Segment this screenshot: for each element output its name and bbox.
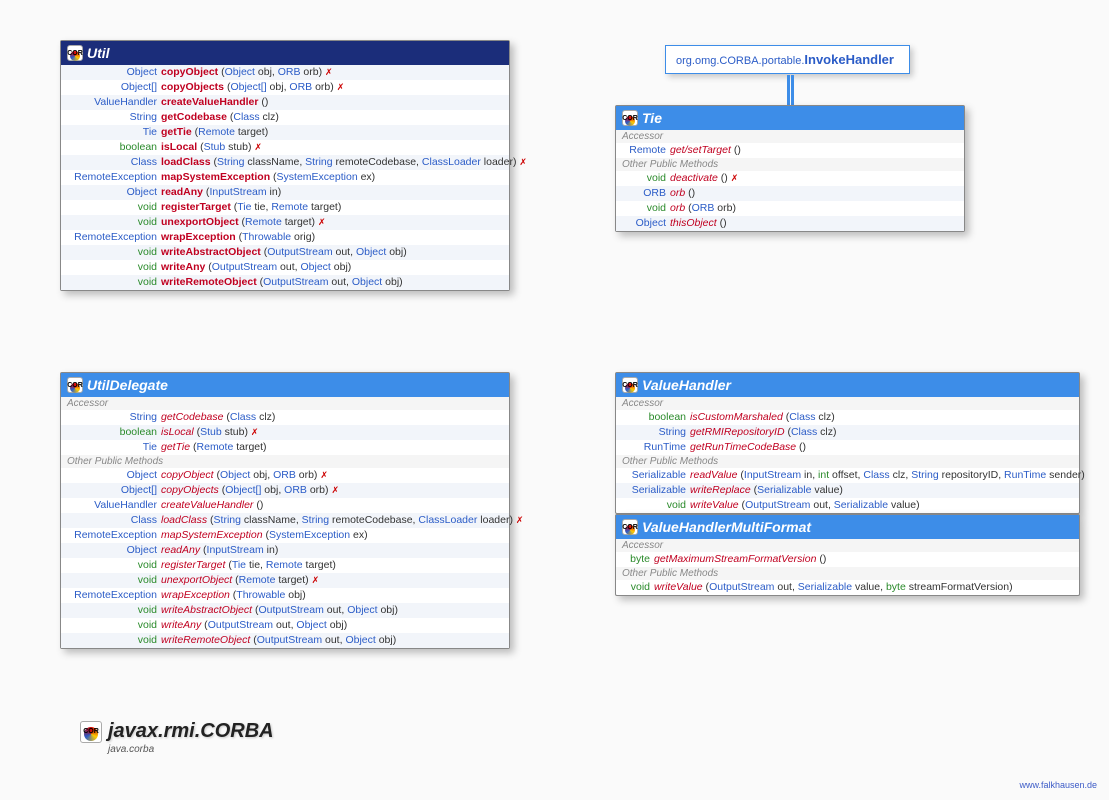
connector-line — [791, 75, 794, 107]
class-vhmulti: ValueHandlerMultiFormat AccessorbytegetM… — [615, 514, 1080, 596]
method-row: booleanisCustomMarshaled (Class clz) — [616, 410, 1079, 425]
class-tie: Tie AccessorRemoteget/setTarget ()Other … — [615, 105, 965, 232]
method-row: RemoteExceptionmapSystemException (Syste… — [61, 528, 509, 543]
method-row: voidwriteRemoteObject (OutputStream out,… — [61, 633, 509, 648]
section-list-valuehandler: AccessorbooleanisCustomMarshaled (Class … — [616, 397, 1079, 513]
method-row: ObjectcopyObject (Object obj, ORB orb) ✗ — [61, 468, 509, 483]
package-name: javax.rmi.CORBA — [108, 720, 274, 743]
method-row: StringgetRMIRepositoryID (Class clz) — [616, 425, 1079, 440]
footer-link[interactable]: www.falkhausen.de — [1019, 780, 1097, 790]
method-row: RemoteExceptionmapSystemException (Syste… — [61, 170, 509, 185]
section-list-utildelegate: AccessorStringgetCodebase (Class clz)boo… — [61, 397, 509, 648]
class-title: ValueHandlerMultiFormat — [642, 519, 811, 535]
ext-ref-name: InvokeHandler — [804, 52, 894, 67]
section-label: Other Public Methods — [61, 455, 509, 468]
method-row: RemoteExceptionwrapException (Throwable … — [61, 230, 509, 245]
method-row: voidorb (ORB orb) — [616, 201, 964, 216]
corba-icon — [622, 519, 638, 535]
method-row: RunTimegetRunTimeCodeBase () — [616, 440, 1079, 455]
package-label: javax.rmi.CORBA — [80, 720, 274, 743]
class-header-valuehandler: ValueHandler — [616, 373, 1079, 397]
method-row: TiegetTie (Remote target) — [61, 440, 509, 455]
method-row: booleanisLocal (Stub stub) ✗ — [61, 140, 509, 155]
method-row: ClassloadClass (String className, String… — [61, 155, 509, 170]
method-row: ValueHandlercreateValueHandler () — [61, 95, 509, 110]
method-row: voidwriteAbstractObject (OutputStream ou… — [61, 603, 509, 618]
method-row: Object[]copyObjects (Object[] obj, ORB o… — [61, 483, 509, 498]
ext-ref-pkg: org.omg.CORBA.portable. — [676, 55, 804, 67]
method-row: StringgetCodebase (Class clz) — [61, 110, 509, 125]
method-row: ORBorb () — [616, 186, 964, 201]
class-util: Util ObjectcopyObject (Object obj, ORB o… — [60, 40, 510, 291]
method-row: ObjectreadAny (InputStream in) — [61, 543, 509, 558]
method-row: bytegetMaximumStreamFormatVersion () — [616, 552, 1079, 567]
method-row: Remoteget/setTarget () — [616, 143, 964, 158]
method-row: booleanisLocal (Stub stub) ✗ — [61, 425, 509, 440]
method-row: ObjectcopyObject (Object obj, ORB orb) ✗ — [61, 65, 509, 80]
corba-icon — [622, 110, 638, 126]
section-label: Accessor — [616, 130, 964, 143]
class-header-vhmulti: ValueHandlerMultiFormat — [616, 515, 1079, 539]
class-title: ValueHandler — [642, 377, 731, 393]
package-module: java.corba — [108, 744, 154, 755]
method-row: voidwriteValue (OutputStream out, Serial… — [616, 580, 1079, 595]
corba-icon — [622, 377, 638, 393]
external-ref-invokehandler: org.omg.CORBA.portable.InvokeHandler — [665, 45, 910, 74]
method-row: SerializablereadValue (InputStream in, i… — [616, 468, 1079, 483]
connector-line — [787, 75, 790, 107]
corba-icon — [80, 721, 102, 743]
class-title: Util — [87, 45, 110, 61]
method-row: voidwriteRemoteObject (OutputStream out,… — [61, 275, 509, 290]
section-label: Accessor — [616, 539, 1079, 552]
section-list-tie: AccessorRemoteget/setTarget ()Other Publ… — [616, 130, 964, 231]
class-header-tie: Tie — [616, 106, 964, 130]
method-row: RemoteExceptionwrapException (Throwable … — [61, 588, 509, 603]
method-row: ValueHandlercreateValueHandler () — [61, 498, 509, 513]
method-row: voidwriteAny (OutputStream out, Object o… — [61, 618, 509, 633]
section-label: Other Public Methods — [616, 567, 1079, 580]
class-header-util: Util — [61, 41, 509, 65]
method-row: voiddeactivate () ✗ — [616, 171, 964, 186]
method-row: TiegetTie (Remote target) — [61, 125, 509, 140]
method-row: ClassloadClass (String className, String… — [61, 513, 509, 528]
method-row: StringgetCodebase (Class clz) — [61, 410, 509, 425]
method-row: voidunexportObject (Remote target) ✗ — [61, 215, 509, 230]
corba-icon — [67, 377, 83, 393]
method-row: ObjectreadAny (InputStream in) — [61, 185, 509, 200]
class-title: UtilDelegate — [87, 377, 168, 393]
method-row: voidregisterTarget (Tie tie, Remote targ… — [61, 200, 509, 215]
section-label: Accessor — [616, 397, 1079, 410]
corba-icon — [67, 45, 83, 61]
section-label: Other Public Methods — [616, 158, 964, 171]
method-list-util: ObjectcopyObject (Object obj, ORB orb) ✗… — [61, 65, 509, 290]
section-label: Accessor — [61, 397, 509, 410]
method-row: voidunexportObject (Remote target) ✗ — [61, 573, 509, 588]
class-title: Tie — [642, 110, 662, 126]
section-list-vhmulti: AccessorbytegetMaximumStreamFormatVersio… — [616, 539, 1079, 595]
class-utildelegate: UtilDelegate AccessorStringgetCodebase (… — [60, 372, 510, 649]
class-valuehandler: ValueHandler AccessorbooleanisCustomMars… — [615, 372, 1080, 514]
class-header-utildelegate: UtilDelegate — [61, 373, 509, 397]
method-row: voidwriteAny (OutputStream out, Object o… — [61, 260, 509, 275]
method-row: Object[]copyObjects (Object[] obj, ORB o… — [61, 80, 509, 95]
method-row: voidwriteValue (OutputStream out, Serial… — [616, 498, 1079, 513]
method-row: voidregisterTarget (Tie tie, Remote targ… — [61, 558, 509, 573]
method-row: ObjectthisObject () — [616, 216, 964, 231]
method-row: voidwriteAbstractObject (OutputStream ou… — [61, 245, 509, 260]
method-row: SerializablewriteReplace (Serializable v… — [616, 483, 1079, 498]
section-label: Other Public Methods — [616, 455, 1079, 468]
